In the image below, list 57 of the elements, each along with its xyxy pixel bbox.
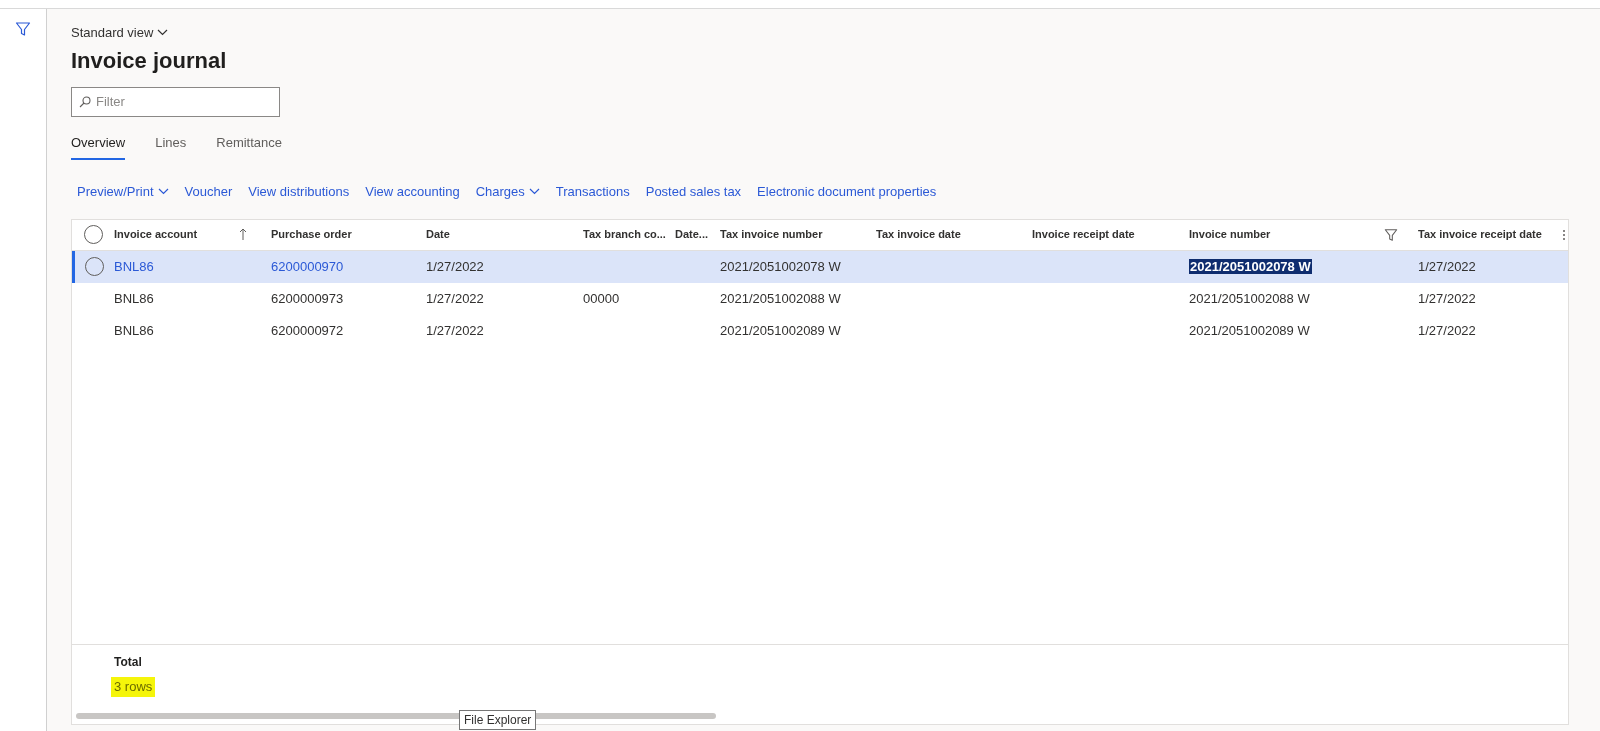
table-cell: 1/27/2022 xyxy=(1418,322,1476,338)
grid-row[interactable]: BNL86 6200000973 1/27/2022 00000 2021/2051002088 W 2021/2051002088 W 1/27/2022 xyxy=(72,282,1568,315)
table-cell: 2021/2051002088 W xyxy=(1189,290,1310,306)
select-all-radio[interactable] xyxy=(83,225,103,244)
action-button[interactable]: View distributions xyxy=(248,182,350,202)
column-header[interactable]: Date xyxy=(426,226,575,243)
tooltip: File Explorer xyxy=(459,710,537,730)
action-button[interactable]: Posted sales tax xyxy=(645,182,742,202)
column-header[interactable]: Invoice account xyxy=(114,226,239,243)
link-cell[interactable]: 6200000970 xyxy=(271,258,344,274)
link-cell[interactable]: 6200000973 xyxy=(271,290,344,306)
filter-icon[interactable] xyxy=(1384,227,1398,242)
chevron-down-icon xyxy=(157,188,169,196)
column-header[interactable]: Purchase order xyxy=(271,226,418,243)
action-button[interactable]: Preview/Print xyxy=(77,182,169,202)
grid-row[interactable]: BNL86 6200000970 1/27/2022 2021/2051002078 W 2021/2051002078 W 1/27/2022 xyxy=(72,250,1568,283)
table-cell: 2021/2051002089 W xyxy=(1189,322,1310,338)
chevron-down-icon xyxy=(157,29,169,37)
column-header[interactable]: Invoice number xyxy=(1189,226,1384,243)
grid-row[interactable]: BNL86 6200000972 1/27/2022 2021/2051002089 W 2021/2051002089 W 1/27/2022 xyxy=(72,314,1568,347)
column-header[interactable]: Tax invoice number xyxy=(720,226,868,243)
tab[interactable]: Lines xyxy=(155,132,187,160)
link-cell[interactable]: BNL86 xyxy=(114,290,154,306)
filter-field[interactable]: Filter xyxy=(71,86,280,117)
table-cell: 1/27/2022 xyxy=(426,258,484,274)
chevron-down-icon xyxy=(528,188,540,196)
tab[interactable]: Overview xyxy=(71,132,126,160)
column-header[interactable]: Invoice receipt date xyxy=(1032,226,1181,243)
table-cell: 1/27/2022 xyxy=(1418,290,1476,306)
action-button[interactable]: View accounting xyxy=(365,182,460,202)
search-icon xyxy=(79,95,91,108)
column-header[interactable]: Tax invoice receipt date xyxy=(1418,226,1551,243)
column-header[interactable]: Tax branch co... xyxy=(583,226,667,243)
link-cell[interactable]: BNL86 xyxy=(114,322,154,338)
action-button[interactable]: Voucher xyxy=(184,182,233,202)
table-cell: 1/27/2022 xyxy=(426,290,484,306)
row-count: 3 rows xyxy=(111,677,156,697)
page-title: Invoice journal xyxy=(71,46,228,75)
table-cell: 1/27/2022 xyxy=(1418,258,1476,274)
sort-ascending-icon xyxy=(239,228,247,241)
action-button[interactable]: Charges xyxy=(475,182,540,202)
table-cell: 1/27/2022 xyxy=(426,322,484,338)
footer-label: Total xyxy=(114,654,142,671)
table-cell: 2021/2051002089 W xyxy=(720,322,841,338)
link-cell[interactable]: 6200000972 xyxy=(271,322,344,338)
filter-icon[interactable] xyxy=(15,21,31,37)
column-header[interactable]: Date... xyxy=(675,226,712,243)
action-button[interactable]: Transactions xyxy=(555,182,630,202)
table-cell: 2021/2051002088 W xyxy=(720,290,841,306)
table-cell: 2021/2051002078 W xyxy=(720,258,841,274)
column-header[interactable]: Tax invoice date xyxy=(876,226,1024,243)
action-button[interactable]: Electronic document properties xyxy=(757,182,937,202)
table-cell: 2021/2051002078 W xyxy=(1189,258,1312,274)
tab[interactable]: Remittance xyxy=(216,132,282,160)
view-selector[interactable]: Standard view xyxy=(71,23,169,43)
link-cell[interactable]: BNL86 xyxy=(114,258,154,274)
table-cell: 00000 xyxy=(583,290,620,306)
